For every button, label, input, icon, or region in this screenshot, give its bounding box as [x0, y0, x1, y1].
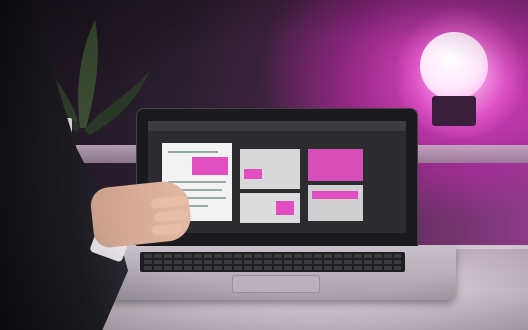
finger — [151, 222, 183, 236]
screen-thumbnail — [308, 149, 363, 181]
screen-highlight — [244, 169, 262, 179]
screen-topbar — [148, 121, 406, 131]
key-row — [144, 260, 401, 264]
screen-highlight — [192, 157, 228, 175]
lamp-base — [432, 96, 476, 126]
finger — [153, 209, 189, 223]
screen-thumbnail — [308, 185, 363, 221]
screen-highlight — [276, 201, 294, 215]
person-hand — [89, 179, 193, 249]
photo-scene — [0, 0, 528, 330]
screen-text-line — [168, 151, 218, 153]
finger — [150, 195, 188, 209]
key-row — [144, 254, 401, 258]
screen-highlight — [312, 191, 358, 199]
screen-thumbnail — [240, 149, 300, 189]
screen-text-line — [168, 181, 226, 183]
screen-thumbnail — [240, 193, 300, 223]
key-row — [144, 266, 401, 270]
laptop-trackpad — [232, 275, 320, 293]
lamp-globe — [420, 32, 488, 100]
laptop-keyboard — [140, 252, 405, 272]
